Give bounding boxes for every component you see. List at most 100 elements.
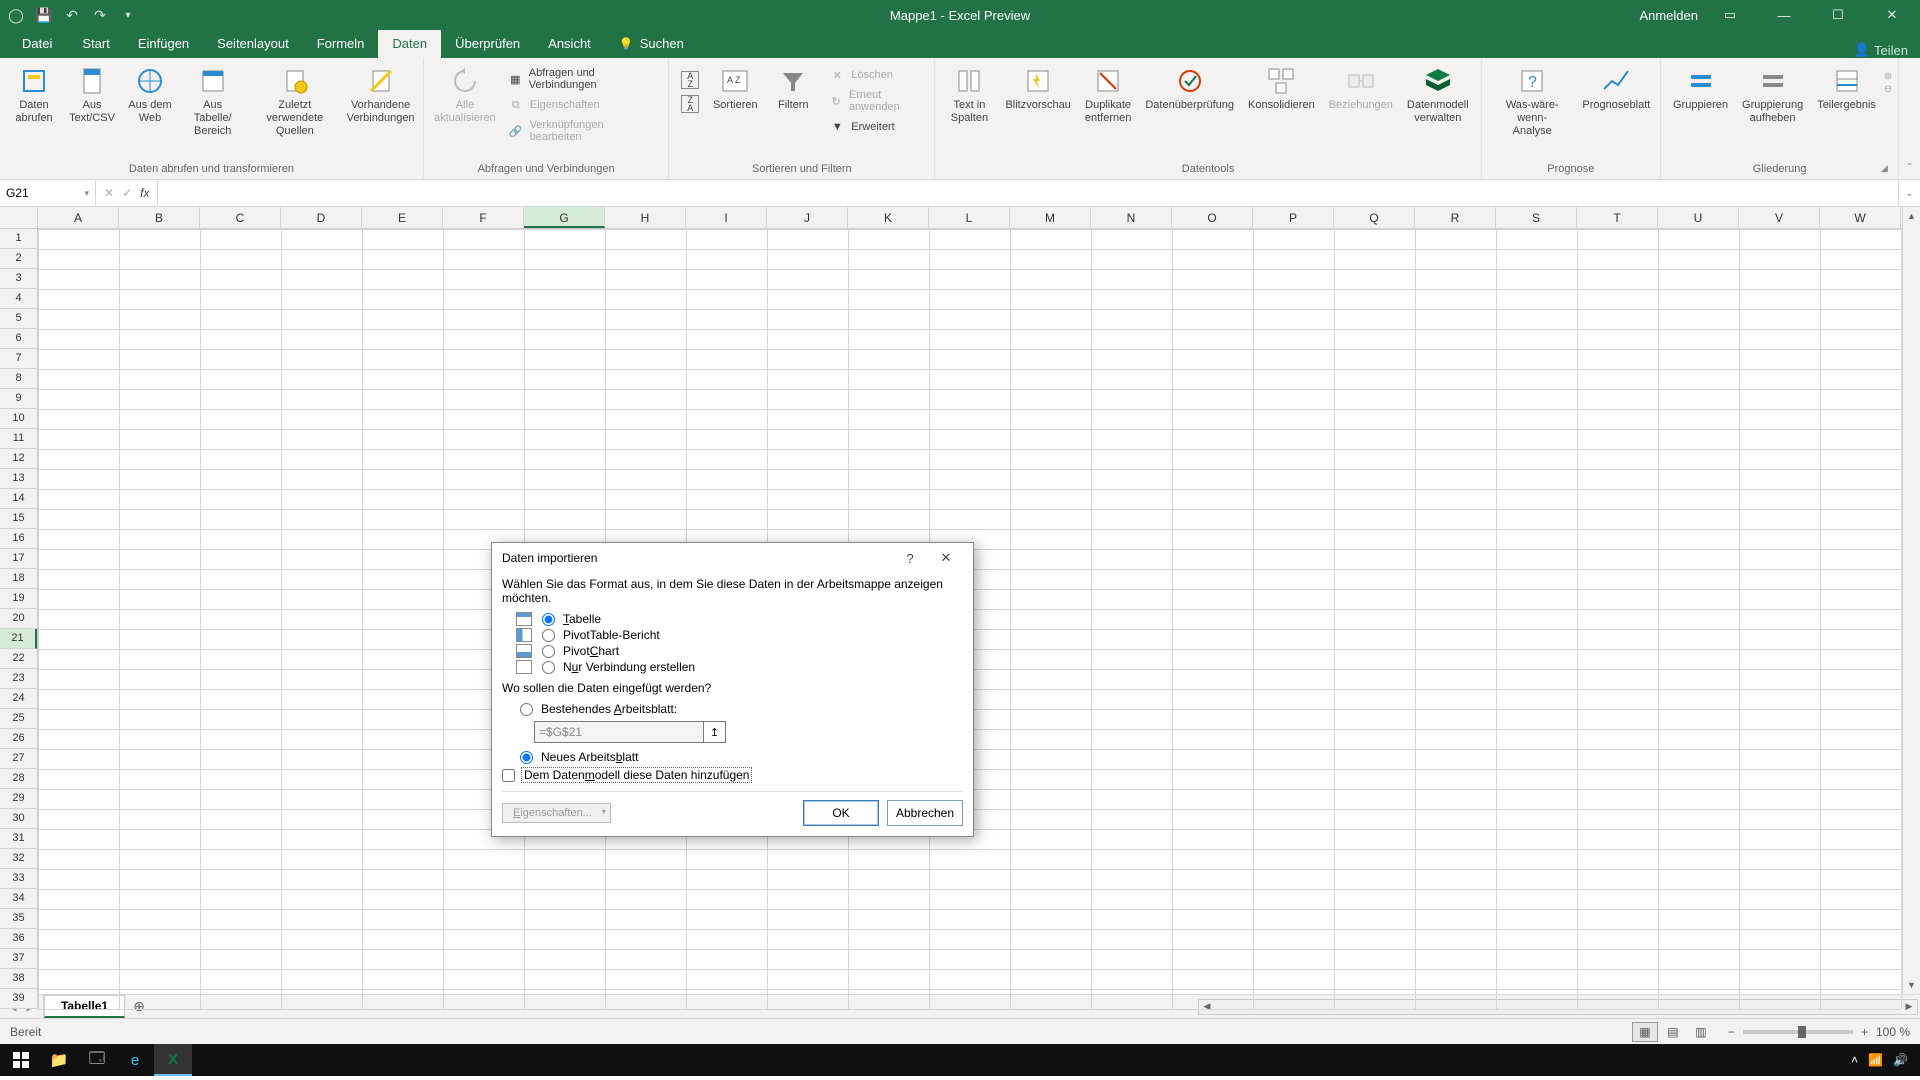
column-header[interactable]: V (1739, 207, 1820, 228)
view-break-button[interactable]: ▥ (1688, 1022, 1714, 1042)
column-header[interactable]: F (443, 207, 524, 228)
taskbar-excel-icon[interactable]: X (154, 1044, 192, 1076)
fx-icon[interactable]: fx (140, 186, 149, 200)
row-header[interactable]: 2 (0, 249, 37, 269)
view-normal-button[interactable]: ▦ (1632, 1022, 1658, 1042)
collapse-ref-button[interactable]: ↥ (704, 721, 726, 743)
row-header[interactable]: 17 (0, 549, 37, 569)
row-header[interactable]: 7 (0, 349, 37, 369)
dialog-titlebar[interactable]: Daten importieren ? ✕ (492, 543, 973, 573)
tab-formulas[interactable]: Formeln (303, 29, 379, 58)
row-header[interactable]: 37 (0, 949, 37, 969)
view-layout-button[interactable]: ▤ (1660, 1022, 1686, 1042)
taskbar-app1-icon[interactable]: 🗔 (78, 1044, 116, 1076)
column-header[interactable]: B (119, 207, 200, 228)
minimize-button[interactable]: — (1762, 0, 1806, 30)
expand-fx-icon[interactable]: ⌄ (1898, 180, 1920, 206)
close-button[interactable]: ✕ (1870, 0, 1914, 30)
undo-icon[interactable]: ↶ (62, 5, 82, 25)
what-if-button[interactable]: ? Was-wäre-wenn- Analyse (1488, 61, 1577, 140)
row-header[interactable]: 33 (0, 869, 37, 889)
row-header[interactable]: 25 (0, 709, 37, 729)
advanced-filter-button[interactable]: ▼Erweitert (823, 117, 928, 137)
option-new-radio[interactable] (520, 751, 533, 764)
row-header[interactable]: 30 (0, 809, 37, 829)
option-conn-row[interactable]: Nur Verbindung erstellen (502, 659, 963, 675)
row-header[interactable]: 32 (0, 849, 37, 869)
row-header[interactable]: 5 (0, 309, 37, 329)
scroll-down-icon[interactable]: ▼ (1903, 976, 1920, 994)
system-tray[interactable]: ˄ 📶 🔊 (1841, 1053, 1918, 1067)
option-existing-radio[interactable] (520, 703, 533, 716)
remove-dup-button[interactable]: Duplikate entfernen (1079, 61, 1137, 127)
option-chart-radio[interactable] (542, 645, 555, 658)
row-header[interactable]: 19 (0, 589, 37, 609)
column-header[interactable]: Q (1334, 207, 1415, 228)
recent-sources-button[interactable]: Zuletzt verwendete Quellen (247, 61, 342, 140)
taskbar-explorer-icon[interactable]: 📁 (40, 1044, 78, 1076)
data-validation-button[interactable]: Datenüberprüfung (1139, 61, 1240, 114)
existing-conn-button[interactable]: Vorhandene Verbindungen (344, 61, 417, 127)
tab-data[interactable]: Daten (378, 29, 441, 58)
maximize-button[interactable]: ☐ (1816, 0, 1860, 30)
text-to-columns-button[interactable]: Text in Spalten (941, 61, 997, 127)
autosave-icon[interactable]: ◯ (6, 5, 26, 25)
zoom-slider[interactable] (1743, 1030, 1853, 1034)
hscroll-right-icon[interactable]: ▶ (1901, 1001, 1917, 1012)
row-header[interactable]: 34 (0, 889, 37, 909)
zoom-in-button[interactable]: + (1861, 1025, 1868, 1039)
column-headers[interactable]: ABCDEFGHIJKLMNOPQRSTUVW (38, 207, 1902, 229)
column-header[interactable]: T (1577, 207, 1658, 228)
option-chart-row[interactable]: PivotChart (502, 643, 963, 659)
consolidate-button[interactable]: Konsolidieren (1242, 61, 1321, 114)
column-header[interactable]: A (38, 207, 119, 228)
row-header[interactable]: 29 (0, 789, 37, 809)
refresh-all-button[interactable]: Alle aktualisieren (430, 61, 500, 127)
column-header[interactable]: D (281, 207, 362, 228)
qat-more-icon[interactable]: ▾ (118, 5, 138, 25)
row-header[interactable]: 27 (0, 749, 37, 769)
column-header[interactable]: J (767, 207, 848, 228)
redo-icon[interactable]: ↷ (90, 5, 110, 25)
tab-view[interactable]: Ansicht (534, 29, 605, 58)
group-button[interactable]: Gruppieren (1667, 61, 1734, 114)
add-model-row[interactable]: Dem Datenmodell diese Daten hinzufügen (502, 765, 963, 787)
outline-launcher-icon[interactable]: ◢ (1878, 163, 1890, 175)
row-header[interactable]: 8 (0, 369, 37, 389)
row-header[interactable]: 21 (0, 629, 37, 649)
column-header[interactable]: E (362, 207, 443, 228)
row-header[interactable]: 15 (0, 509, 37, 529)
ok-button[interactable]: OK (803, 800, 879, 826)
collapse-ribbon-button[interactable]: ˆ (1899, 58, 1920, 179)
tray-up-icon[interactable]: ˄ (1851, 1053, 1858, 1067)
row-header[interactable]: 4 (0, 289, 37, 309)
scroll-up-icon[interactable]: ▲ (1903, 207, 1920, 225)
queries-conn-button[interactable]: ▦Abfragen und Verbindungen (502, 65, 662, 93)
column-header[interactable]: M (1010, 207, 1091, 228)
sort-desc-button[interactable]: ZA (675, 93, 705, 115)
row-header[interactable]: 12 (0, 449, 37, 469)
from-table-button[interactable]: Aus Tabelle/ Bereich (180, 61, 245, 140)
row-header[interactable]: 20 (0, 609, 37, 629)
flash-fill-button[interactable]: Blitzvorschau (999, 61, 1076, 114)
row-header[interactable]: 3 (0, 269, 37, 289)
column-header[interactable]: L (929, 207, 1010, 228)
column-header[interactable]: W (1820, 207, 1901, 228)
tab-start[interactable]: Start (68, 29, 123, 58)
tray-network-icon[interactable]: 📶 (1868, 1053, 1883, 1067)
row-header[interactable]: 38 (0, 969, 37, 989)
tab-file[interactable]: Datei (6, 29, 68, 58)
column-header[interactable]: S (1496, 207, 1577, 228)
row-header[interactable]: 10 (0, 409, 37, 429)
add-model-checkbox[interactable] (502, 769, 515, 782)
signin-link[interactable]: Anmelden (1639, 8, 1698, 23)
data-model-button[interactable]: Datenmodell verwalten (1401, 61, 1475, 127)
save-icon[interactable]: 💾 (34, 5, 54, 25)
search-box[interactable]: 💡 Suchen (605, 29, 698, 58)
formula-input[interactable] (158, 180, 1898, 206)
row-header[interactable]: 22 (0, 649, 37, 669)
subtotal-button[interactable]: Teilergebnis (1811, 61, 1882, 114)
share-button[interactable]: Teilen (1874, 43, 1908, 58)
row-headers[interactable]: 1234567891011121314151617181920212223242… (0, 229, 38, 1009)
option-pivot-radio[interactable] (542, 629, 555, 642)
